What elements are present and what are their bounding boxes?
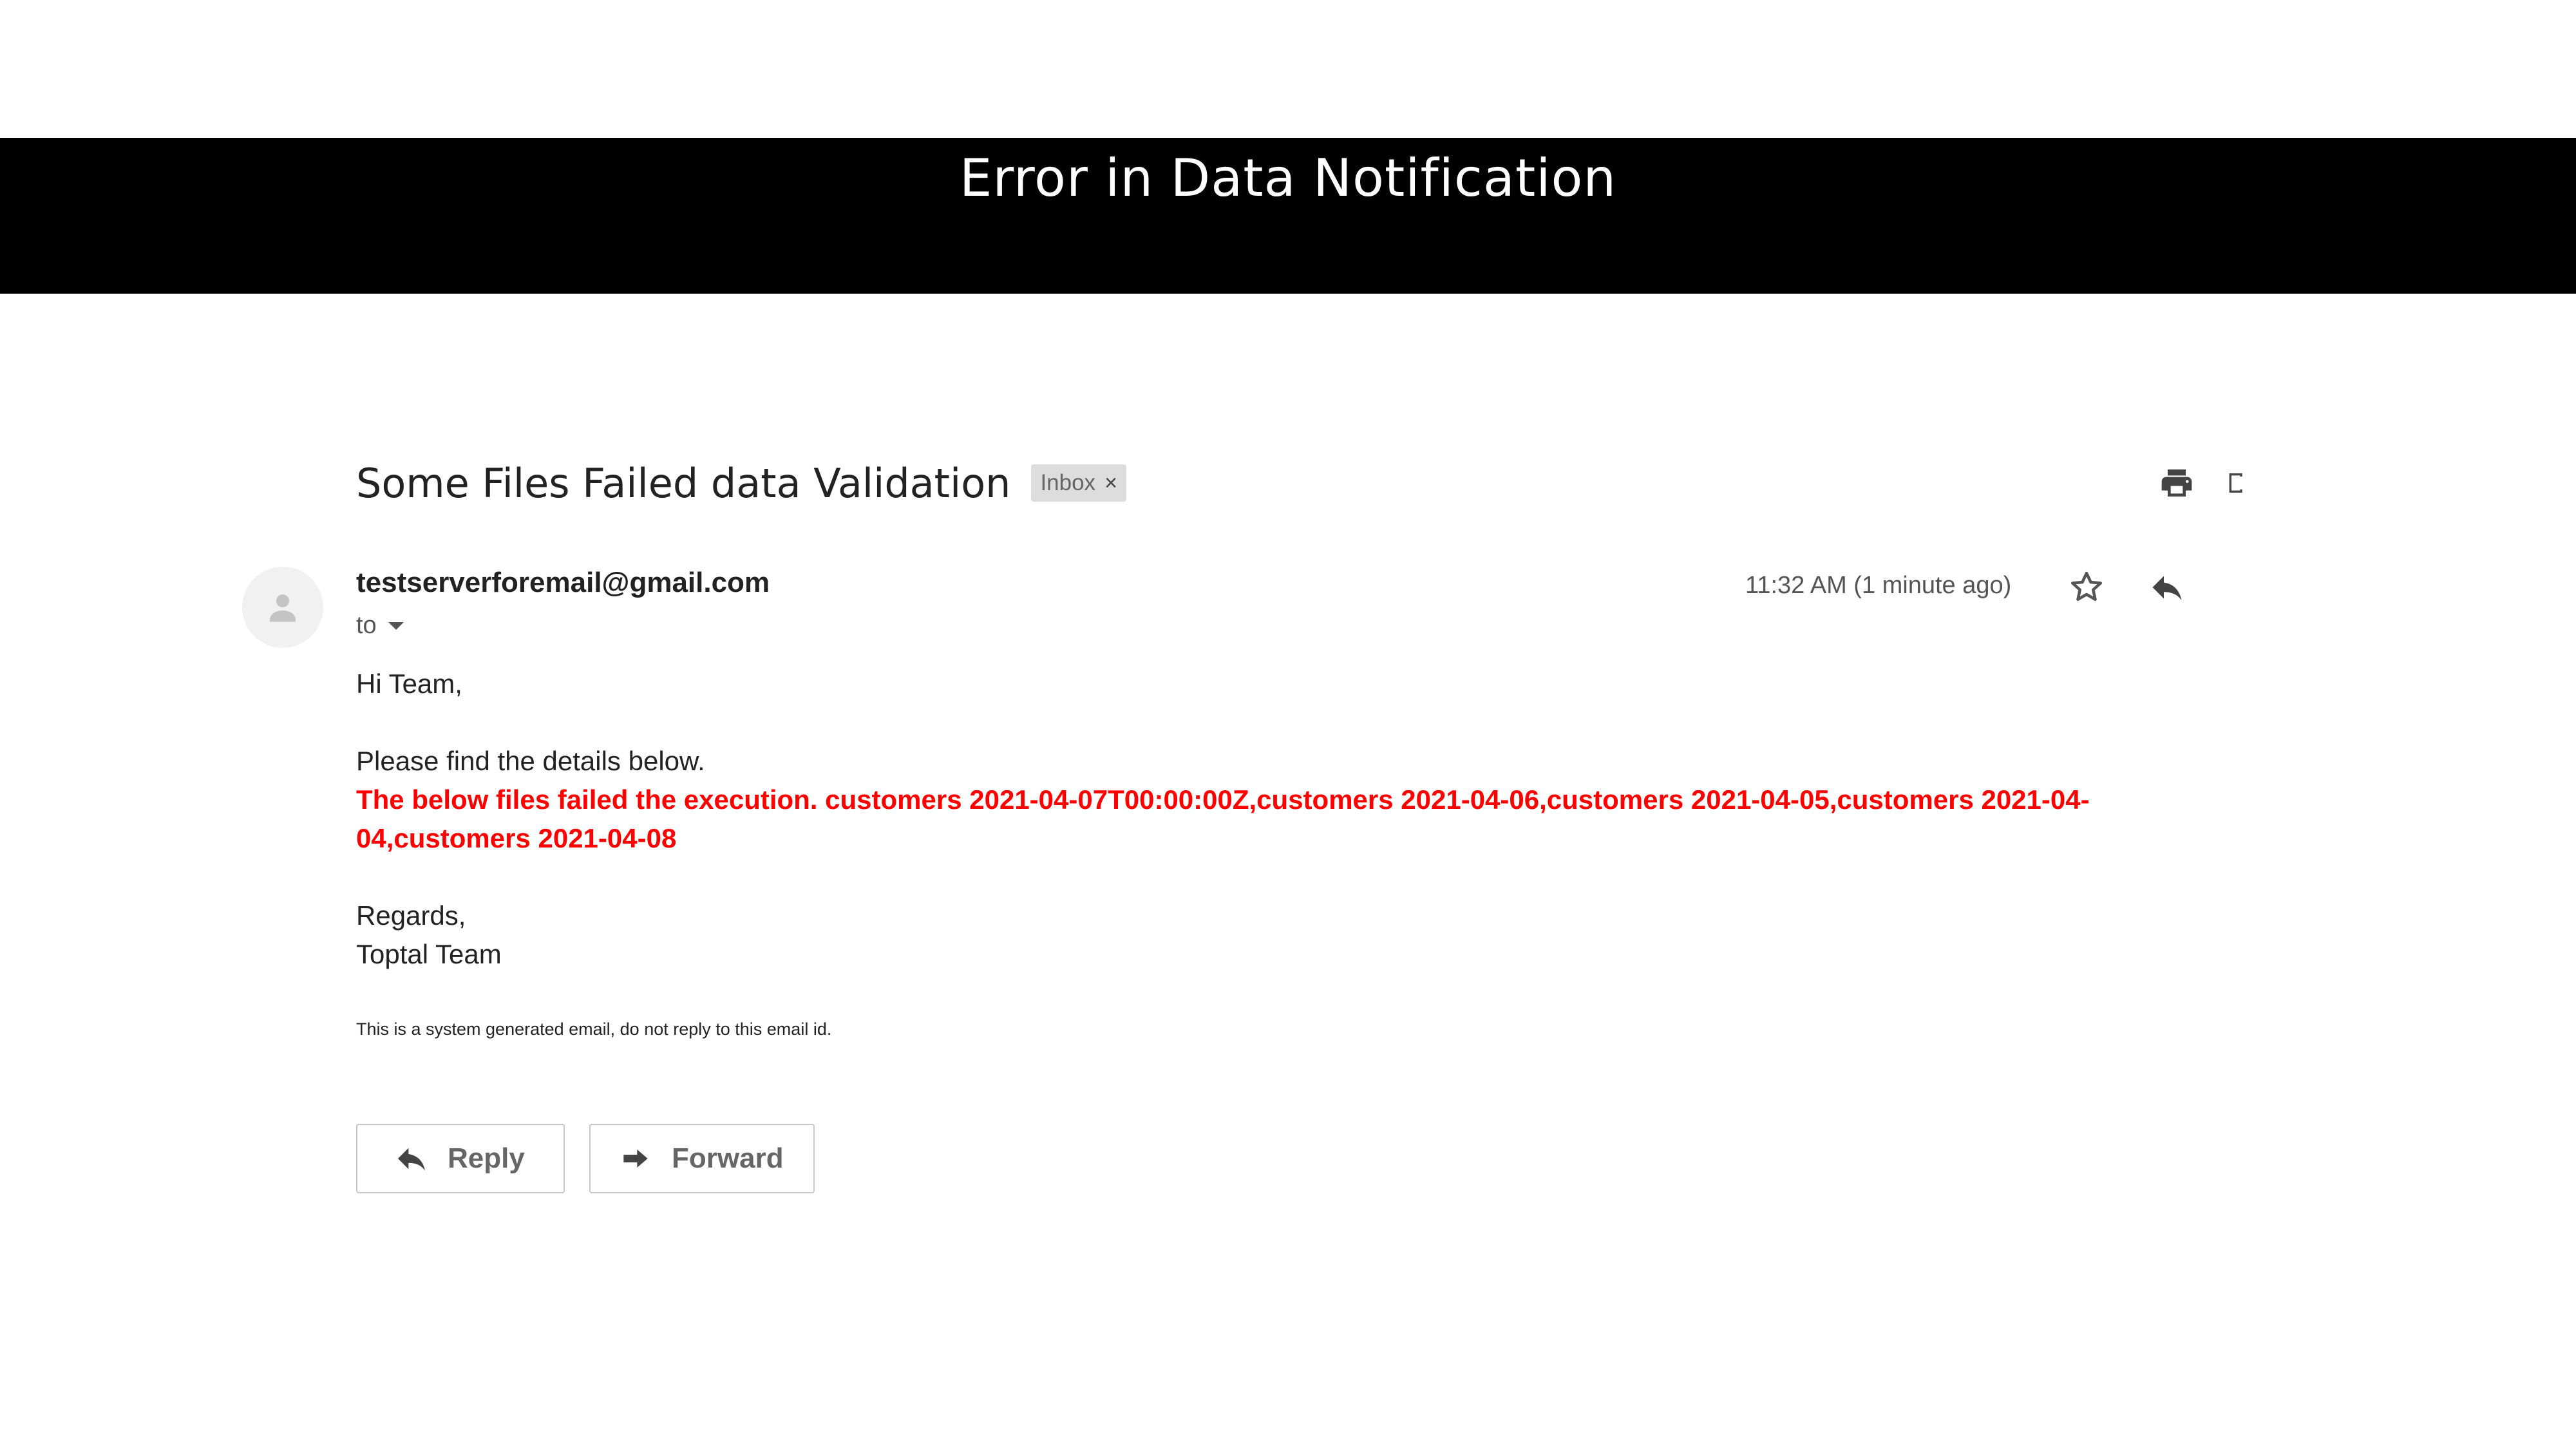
recipient-line: to (356, 612, 404, 639)
open-new-window-button[interactable] (2225, 460, 2251, 506)
remove-label-icon[interactable]: × (1104, 471, 1117, 496)
to-label: to (356, 612, 377, 639)
reply-icon (398, 1148, 425, 1171)
inbox-label: Inbox × (1031, 464, 1126, 502)
system-note: This is a system generated email, do not… (356, 1019, 832, 1039)
inbox-label-text: Inbox (1040, 470, 1096, 495)
email-timestamp: 11:32 AM (1 minute ago) (1745, 572, 2012, 599)
forward-label: Forward (672, 1142, 784, 1174)
person-icon (270, 594, 296, 622)
reply-icon-button[interactable] (2145, 565, 2190, 610)
caret-down-icon[interactable] (388, 621, 404, 630)
print-button[interactable] (2154, 460, 2199, 506)
sender-address: testserverforemail@gmail.com (356, 567, 770, 598)
banner-title: Error in Data Notification (959, 148, 1617, 208)
avatar (242, 567, 323, 648)
intro-text: Please find the details below. (356, 746, 705, 776)
subject-row: Some Files Failed data Validation Inbox … (356, 451, 1126, 515)
closing-text: Regards, (356, 900, 466, 931)
title-banner: Error in Data Notification (0, 138, 2576, 294)
star-button[interactable] (2064, 565, 2109, 610)
message-actions (2064, 565, 2190, 610)
error-message: The below files failed the execution. cu… (356, 784, 2090, 853)
new-window-icon (2229, 473, 2242, 493)
print-icon (2161, 469, 2192, 497)
reply-label: Reply (448, 1142, 525, 1174)
reply-icon (2152, 576, 2182, 600)
email-body: Hi Team, Please find the details below. … (356, 665, 2224, 974)
star-icon (2071, 571, 2102, 601)
greeting: Hi Team, (356, 668, 462, 699)
thread-actions (2154, 460, 2251, 506)
reply-button[interactable]: Reply (356, 1124, 565, 1193)
signature: Toptal Team (356, 939, 502, 969)
forward-icon (623, 1150, 648, 1168)
compose-actions: Reply Forward (356, 1124, 815, 1193)
email-subject: Some Files Failed data Validation (356, 459, 1011, 507)
forward-button[interactable]: Forward (589, 1124, 815, 1193)
